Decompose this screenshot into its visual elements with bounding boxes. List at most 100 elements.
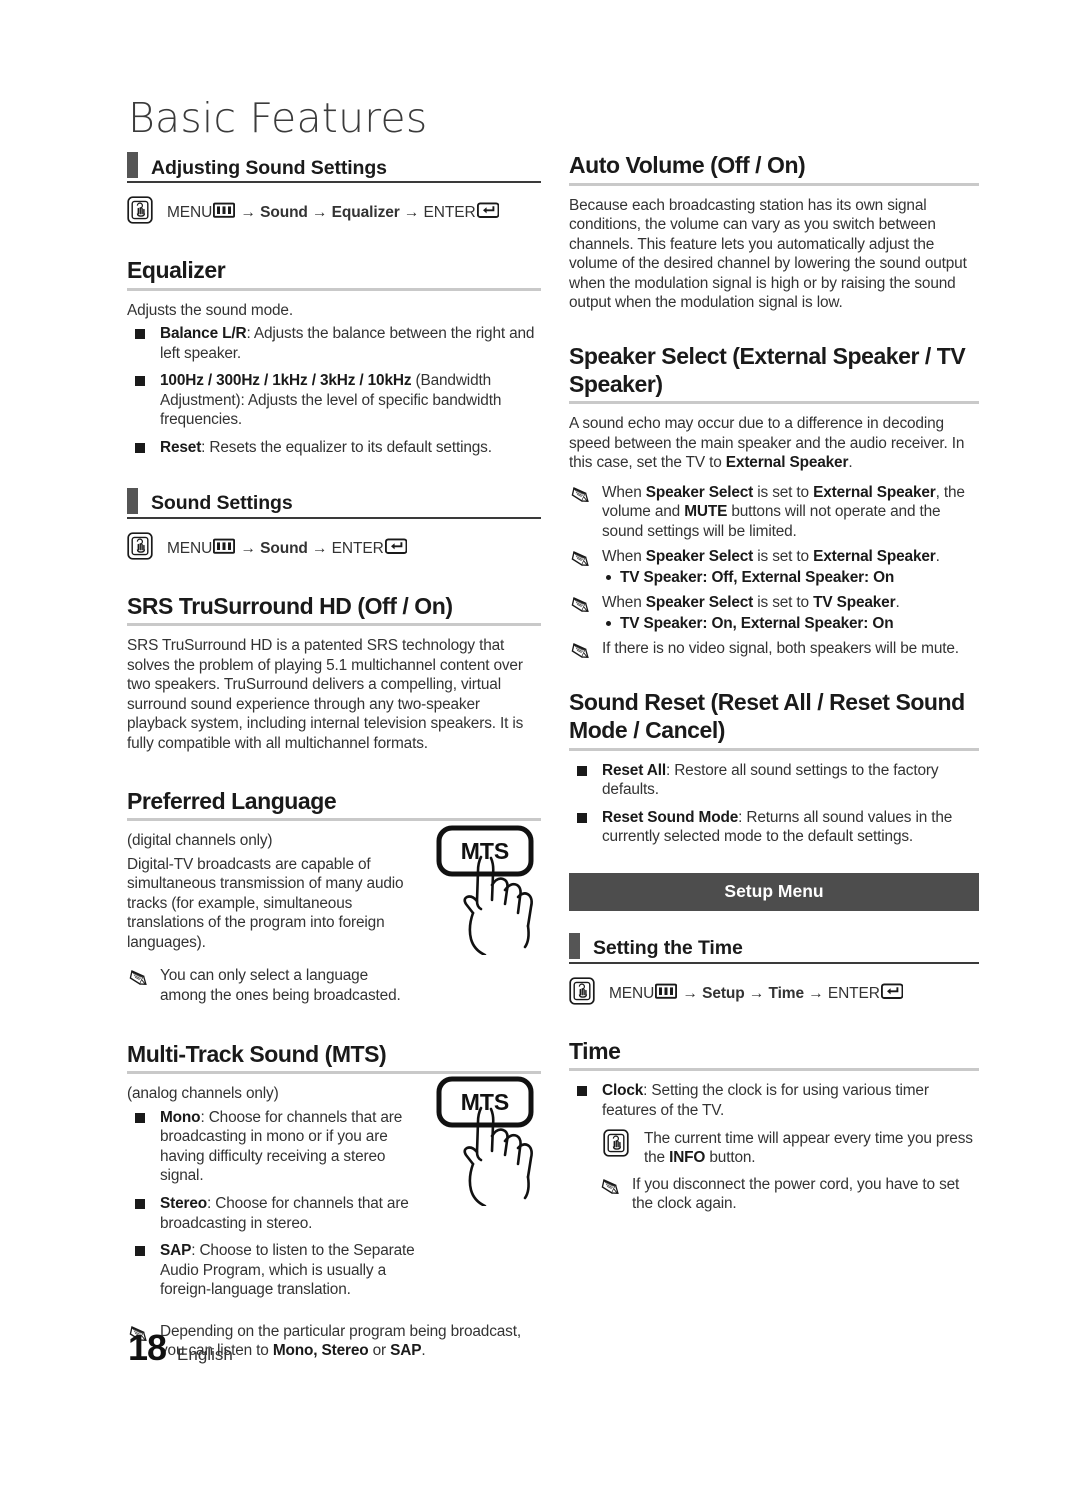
nav-arrow-2: → <box>312 204 328 221</box>
note-item: You can only select a language among the… <box>127 966 409 1005</box>
pencil-note-icon <box>571 485 590 510</box>
nav-arrow-1: → <box>240 539 256 557</box>
hand-press-icon <box>127 196 153 229</box>
note-bold: MUTE <box>684 503 728 521</box>
nav-step-sound: Sound <box>260 539 308 557</box>
mts-button-label: MTS <box>461 838 510 864</box>
preferred-language-body: Digital-TV broadcasts are capable of sim… <box>127 855 404 951</box>
note-text: If there is no video signal, both speake… <box>602 639 959 657</box>
bullet-term: Clock <box>602 1082 644 1100</box>
pencil-note-icon <box>571 549 590 574</box>
enter-return-icon <box>476 201 500 224</box>
page-language: English <box>177 1345 233 1364</box>
manual-page: Basic Features Adjusting Sound Settings … <box>0 0 1080 1494</box>
section-header-label: Adjusting Sound Settings <box>151 156 387 179</box>
nav-menu-label: MENU <box>167 204 213 221</box>
note-bold: Mono, Stereo <box>272 1342 369 1360</box>
hand-press-icon <box>569 977 595 1010</box>
note-bold-2: SAP <box>390 1342 422 1360</box>
nav-arrow-3: → <box>808 984 824 1002</box>
time-bullet-list: Clock: Setting the clock is for using va… <box>569 1081 979 1120</box>
right-column: Auto Volume (Off / On) Because each broa… <box>569 152 979 1366</box>
list-item: Stereo: Choose for channels that are bro… <box>127 1194 427 1233</box>
note-bold: TV Speaker <box>813 593 896 611</box>
note-item: If there is no video signal, both speake… <box>569 639 979 659</box>
speaker-select-sub-list: TV Speaker: Off, External Speaker: On <box>602 568 979 588</box>
nav-enter-label: ENTER <box>827 984 880 1002</box>
note-suffix: . <box>421 1342 426 1360</box>
list-item: Mono: Choose for channels that are broad… <box>127 1108 427 1186</box>
section-header-setting-the-time: Setting the Time <box>569 932 979 964</box>
nav-path-time: MENU → Setup → Time → ENTER <box>569 977 979 1010</box>
bullet-text: : Resets the equalizer to its default se… <box>201 438 492 456</box>
list-item: Clock: Setting the clock is for using va… <box>569 1081 979 1120</box>
nav-path-equalizer: MENU → Sound → Equalizer → ENTER <box>127 196 541 229</box>
enter-return-icon <box>384 537 408 560</box>
menu-bars-icon <box>213 201 236 224</box>
bullet-term: Reset Sound Mode <box>602 808 739 826</box>
list-item: SAP: Choose to listen to the Separate Au… <box>127 1241 427 1300</box>
note-bold: External Speaker <box>813 547 936 565</box>
nav-arrow-1: → <box>240 204 256 221</box>
pencil-note-icon <box>601 1177 620 1202</box>
nav-step-setup: Setup <box>702 984 745 1002</box>
speaker-select-sub-list: TV Speaker: On, External Speaker: On <box>602 614 979 634</box>
preferred-language-channel-note: (digital channels only) <box>127 832 273 850</box>
mts-bullet-list: Mono: Choose for channels that are broad… <box>127 1108 427 1300</box>
note-mid: or <box>368 1342 391 1360</box>
subheading-preferred-language: Preferred Language <box>127 788 541 822</box>
note-item: When Speaker Select is set to External S… <box>569 547 979 588</box>
bullet-term: Stereo <box>160 1195 208 1212</box>
note-part: is set to <box>753 483 814 501</box>
note-part: is set to <box>753 547 814 565</box>
nav-step-equalizer: Equalizer <box>331 204 400 221</box>
bullet-term: Mono <box>160 1108 201 1126</box>
mts-remote-button-icon: MTS <box>417 823 543 960</box>
note-text: You can only select a language among the… <box>160 967 401 1005</box>
bullet-term: Reset All <box>602 761 666 779</box>
subheading-auto-volume: Auto Volume (Off / On) <box>569 152 979 186</box>
mts-remote-button-icon: MTS <box>417 1074 543 1211</box>
srs-body: SRS TruSurround HD is a patented SRS tec… <box>127 637 524 752</box>
nav-arrow-2: → <box>748 984 765 1002</box>
nav-path-sound: MENU → Sound → ENTER <box>127 531 541 565</box>
mts-button-label: MTS <box>461 1089 510 1115</box>
nav-arrow-3: → <box>403 204 420 221</box>
note-bold: Speaker Select <box>645 547 754 565</box>
speaker-select-body: A sound echo may occur due to a differen… <box>569 414 979 473</box>
bullet-term: Reset <box>160 438 202 456</box>
left-column: Adjusting Sound Settings MENU → Sound → … <box>127 152 541 1366</box>
hand-press-icon <box>127 531 153 565</box>
nav-menu-label: MENU <box>167 539 213 557</box>
speaker-select-note-list: When Speaker Select is set to External S… <box>569 483 979 659</box>
list-item: Balance L/R: Adjusts the balance between… <box>127 324 541 363</box>
list-item: 100Hz / 300Hz / 1kHz / 3kHz / 10kHz (Ban… <box>127 371 541 430</box>
pencil-note-icon <box>571 641 590 666</box>
section-header-adjusting-sound-settings: Adjusting Sound Settings <box>127 152 541 183</box>
body-bold: External Speaker <box>725 454 849 472</box>
note-bold: External Speaker <box>813 483 936 501</box>
nav-step-time: Time <box>768 984 805 1002</box>
pencil-note-icon <box>571 595 590 620</box>
subheading-equalizer: Equalizer <box>127 257 541 291</box>
pencil-note-icon <box>129 968 148 993</box>
two-column-layout: Adjusting Sound Settings MENU → Sound → … <box>0 152 1080 1366</box>
bullet-term: SAP <box>160 1242 192 1260</box>
note-text: If you disconnect the power cord, you ha… <box>632 1175 960 1213</box>
bullet-text: : Choose to listen to the Separate Audio… <box>160 1242 415 1299</box>
enter-return-icon <box>880 982 904 1005</box>
subheading-srs-trusurround: SRS TruSurround HD (Off / On) <box>127 593 541 627</box>
nav-menu-label: MENU <box>609 984 655 1002</box>
bullet-term: 100Hz / 300Hz / 1kHz / 3kHz / 10kHz <box>160 372 412 390</box>
note-bold: INFO <box>669 1149 706 1167</box>
note-part: When <box>602 593 646 611</box>
preferred-language-note-list: You can only select a language among the… <box>127 966 409 1005</box>
section-bar-marker <box>569 932 580 959</box>
subheading-time: Time <box>569 1038 979 1072</box>
time-note-list: If you disconnect the power cord, you ha… <box>599 1175 979 1214</box>
section-header-label: Setting the Time <box>593 937 743 960</box>
setup-menu-banner: Setup Menu <box>569 872 979 911</box>
list-item: Reset Sound Mode: Returns all sound valu… <box>569 808 979 847</box>
nav-enter-label: ENTER <box>331 539 384 557</box>
subheading-speaker-select: Speaker Select (External Speaker / TV Sp… <box>569 343 979 405</box>
